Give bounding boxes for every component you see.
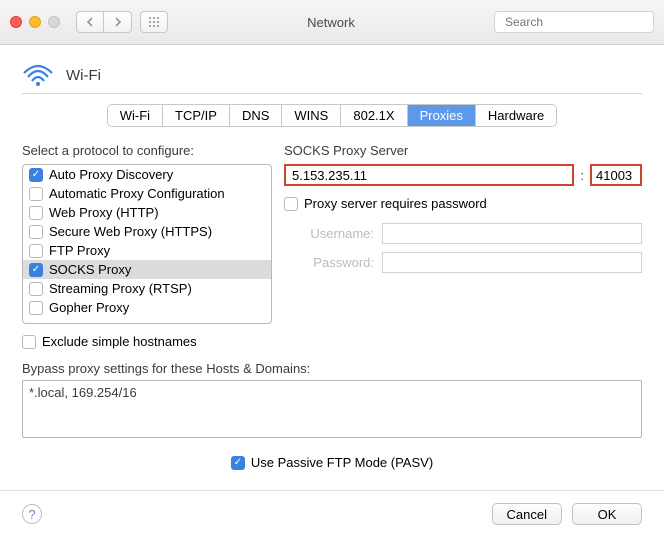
tab-wins[interactable]: WINS xyxy=(282,105,341,126)
protocol-label: FTP Proxy xyxy=(49,243,110,258)
protocol-row[interactable]: Automatic Proxy Configuration xyxy=(23,184,271,203)
protocol-label: Automatic Proxy Configuration xyxy=(49,186,225,201)
requires-password-label: Proxy server requires password xyxy=(304,196,487,211)
passive-ftp-label: Use Passive FTP Mode (PASV) xyxy=(251,455,433,470)
cancel-button[interactable]: Cancel xyxy=(492,503,562,525)
protocol-checkbox[interactable] xyxy=(29,263,43,277)
tab-wifi[interactable]: Wi-Fi xyxy=(108,105,163,126)
protocol-label: Select a protocol to configure: xyxy=(22,143,272,158)
tab-8021x[interactable]: 802.1X xyxy=(341,105,407,126)
password-label: Password: xyxy=(284,255,374,270)
search-field[interactable] xyxy=(494,11,654,33)
minimize-window-button[interactable] xyxy=(29,16,41,28)
show-all-button[interactable] xyxy=(140,11,168,33)
window-title: Network xyxy=(176,15,486,30)
bypass-label: Bypass proxy settings for these Hosts & … xyxy=(22,361,642,376)
protocol-checkbox[interactable] xyxy=(29,168,43,182)
window-controls xyxy=(10,16,60,28)
tab-hardware[interactable]: Hardware xyxy=(476,105,556,126)
protocol-checkbox[interactable] xyxy=(29,282,43,296)
host-port-separator: : xyxy=(580,168,584,183)
zoom-window-button[interactable] xyxy=(48,16,60,28)
proxy-server-label: SOCKS Proxy Server xyxy=(284,143,642,158)
protocol-checkbox[interactable] xyxy=(29,187,43,201)
protocol-list[interactable]: Auto Proxy Discovery Automatic Proxy Conf… xyxy=(22,164,272,324)
protocol-row[interactable]: Streaming Proxy (RTSP) xyxy=(23,279,271,298)
ok-button[interactable]: OK xyxy=(572,503,642,525)
tab-bar: Wi-FiTCP/IPDNSWINS802.1XProxiesHardware xyxy=(107,104,558,127)
exclude-hostnames-checkbox[interactable] xyxy=(22,335,36,349)
close-window-button[interactable] xyxy=(10,16,22,28)
divider xyxy=(22,93,642,94)
protocol-row[interactable]: Auto Proxy Discovery xyxy=(23,165,271,184)
chevron-left-icon xyxy=(86,17,94,27)
protocol-label: Auto Proxy Discovery xyxy=(49,167,173,182)
protocol-row[interactable]: SOCKS Proxy xyxy=(23,260,271,279)
protocol-checkbox[interactable] xyxy=(29,301,43,315)
protocol-row[interactable]: Web Proxy (HTTP) xyxy=(23,203,271,222)
forward-button[interactable] xyxy=(104,11,132,33)
nav-buttons xyxy=(76,11,132,33)
bypass-textarea[interactable] xyxy=(22,380,642,438)
footer: ? Cancel OK xyxy=(0,490,664,537)
protocol-row[interactable]: Gopher Proxy xyxy=(23,298,271,317)
protocol-checkbox[interactable] xyxy=(29,244,43,258)
username-label: Username: xyxy=(284,226,374,241)
protocol-checkbox[interactable] xyxy=(29,206,43,220)
search-input[interactable] xyxy=(505,15,660,29)
proxy-port-input[interactable] xyxy=(590,164,642,186)
username-input[interactable] xyxy=(382,223,642,244)
proxy-host-input[interactable] xyxy=(284,164,574,186)
help-button[interactable]: ? xyxy=(22,504,42,524)
protocol-label: SOCKS Proxy xyxy=(49,262,131,277)
protocol-label: Web Proxy (HTTP) xyxy=(49,205,159,220)
protocol-row[interactable]: FTP Proxy xyxy=(23,241,271,260)
wifi-icon xyxy=(22,63,54,87)
grid-icon xyxy=(148,16,160,28)
password-input[interactable] xyxy=(382,252,642,273)
pane-header: Wi-Fi xyxy=(22,63,642,87)
protocol-label: Gopher Proxy xyxy=(49,300,129,315)
tab-proxies[interactable]: Proxies xyxy=(408,105,476,126)
passive-ftp-checkbox[interactable] xyxy=(231,456,245,470)
toolbar: Network xyxy=(0,0,664,45)
tab-dns[interactable]: DNS xyxy=(230,105,282,126)
back-button[interactable] xyxy=(76,11,104,33)
requires-password-checkbox[interactable] xyxy=(284,197,298,211)
pane-title: Wi-Fi xyxy=(66,67,101,84)
tab-tcpip[interactable]: TCP/IP xyxy=(163,105,230,126)
protocol-label: Secure Web Proxy (HTTPS) xyxy=(49,224,212,239)
chevron-right-icon xyxy=(114,17,122,27)
protocol-label: Streaming Proxy (RTSP) xyxy=(49,281,192,296)
protocol-checkbox[interactable] xyxy=(29,225,43,239)
protocol-row[interactable]: Secure Web Proxy (HTTPS) xyxy=(23,222,271,241)
exclude-hostnames-label: Exclude simple hostnames xyxy=(42,334,197,349)
